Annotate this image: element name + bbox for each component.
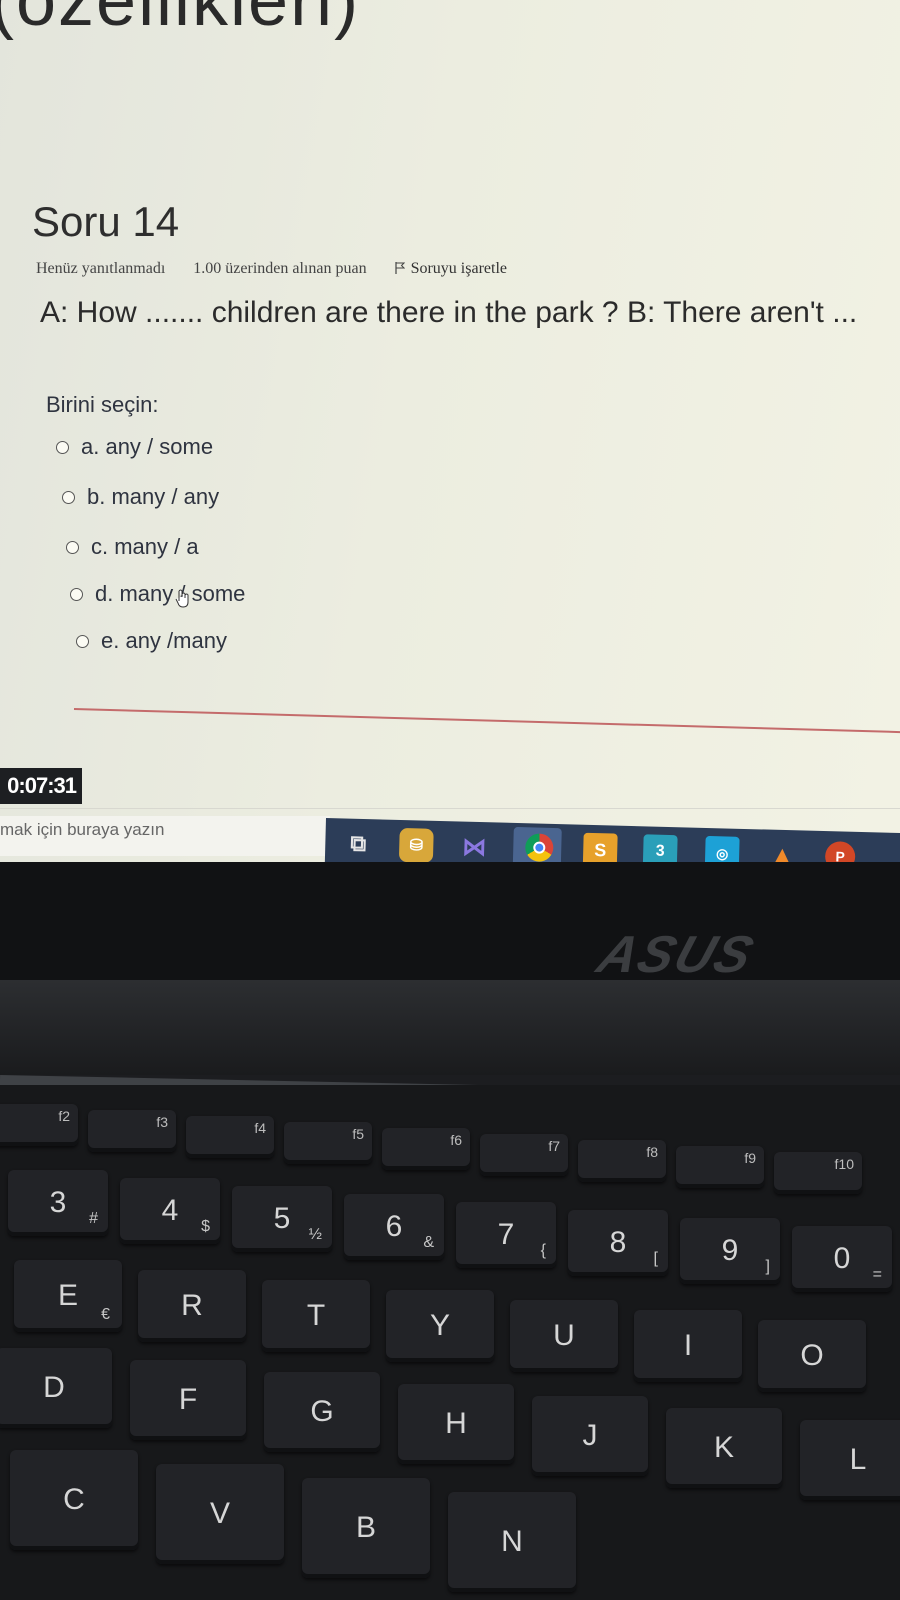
key-main-label: 4	[161, 1194, 179, 1227]
key-5[interactable]: 5½	[232, 1186, 332, 1252]
key-sub-label: $	[201, 1218, 210, 1235]
option-label: c. many / a	[91, 534, 199, 559]
key-main-label: 8	[609, 1226, 627, 1259]
key-u[interactable]: U	[510, 1300, 618, 1372]
flag-question-link[interactable]: Soruyu işaretle	[394, 260, 531, 277]
radio-button[interactable]	[76, 634, 89, 648]
answer-option-e[interactable]: e. any /many	[76, 628, 227, 654]
key-main-label: 9	[721, 1234, 739, 1267]
key-c[interactable]: C	[10, 1450, 138, 1550]
function-key-f5[interactable]: f5	[284, 1122, 372, 1164]
question-title: Soru 14	[32, 198, 180, 245]
key-9[interactable]: 9]	[680, 1218, 780, 1284]
laptop-bezel	[0, 862, 900, 982]
question-text: A: How ....... children are there in the…	[40, 296, 858, 329]
key-l[interactable]: L	[800, 1420, 900, 1500]
key-sub-label: ]	[765, 1258, 770, 1275]
question-info: Henüz yanıtlanmadı 1.00 üzerinden alınan…	[36, 260, 555, 278]
key-d[interactable]: D	[0, 1348, 112, 1428]
option-label: d. many / some	[95, 581, 246, 606]
question-points: 1.00 üzerinden alınan puan	[193, 260, 367, 277]
key-3[interactable]: 3 #	[8, 1170, 108, 1236]
answer-status: Henüz yanıtlanmadı	[36, 260, 166, 277]
cut-off-heading: (özellikleri)	[0, 0, 361, 41]
taskbar-top-border	[0, 808, 900, 809]
key-sub-label: &	[423, 1234, 434, 1251]
key-b[interactable]: B	[302, 1478, 430, 1578]
key-8[interactable]: 8[	[568, 1210, 668, 1276]
key-g[interactable]: G	[264, 1372, 380, 1452]
key-main-label: 0	[833, 1242, 851, 1275]
answer-option-d[interactable]: d. many / some	[70, 581, 245, 607]
answer-option-a[interactable]: a. any / some	[56, 434, 213, 460]
key-i[interactable]: I	[634, 1310, 742, 1382]
task-view-icon[interactable]: ⧉	[341, 826, 376, 861]
function-key-f2[interactable]: f2	[0, 1104, 78, 1146]
key-sub-label: {	[540, 1242, 546, 1259]
radio-button[interactable]	[66, 540, 79, 554]
key-main-label: 5	[273, 1202, 291, 1235]
taskbar-search-placeholder: mak için buraya yazın	[0, 820, 165, 839]
key-sub-label: =	[872, 1266, 882, 1283]
function-key-f8[interactable]: f8	[578, 1140, 666, 1182]
key-7[interactable]: 7{	[456, 1202, 556, 1268]
key-v[interactable]: V	[156, 1464, 284, 1564]
key-h[interactable]: H	[398, 1384, 514, 1464]
radio-button[interactable]	[62, 490, 75, 504]
section-divider	[73, 708, 900, 735]
key-r[interactable]: R	[138, 1270, 246, 1342]
key-sub-label: [	[653, 1250, 658, 1267]
choose-one-label: Birini seçin:	[46, 392, 159, 417]
function-key-f9[interactable]: f9	[676, 1146, 764, 1188]
laptop-screen: (özellikleri) Soru 14 Henüz yanıtlanmadı…	[0, 0, 900, 870]
radio-button[interactable]	[56, 440, 69, 454]
key-sub-label: #	[89, 1210, 98, 1227]
key-6[interactable]: 6 &	[344, 1194, 444, 1260]
answer-option-b[interactable]: b. many / any	[62, 484, 219, 510]
function-key-f4[interactable]: f4	[186, 1116, 274, 1158]
database-icon[interactable]: ⛁	[398, 827, 434, 863]
function-key-f3[interactable]: f3	[88, 1110, 176, 1152]
function-key-f7[interactable]: f7	[480, 1134, 568, 1176]
visual-studio-icon[interactable]: ⋈	[457, 829, 492, 864]
flag-question-label: Soruyu işaretle	[410, 260, 507, 277]
key-main-label: 3	[49, 1186, 67, 1219]
key-y[interactable]: Y	[386, 1290, 494, 1362]
laptop-hinge	[0, 980, 900, 1075]
key-k[interactable]: K	[666, 1408, 782, 1488]
key-main-label: 6	[385, 1210, 403, 1243]
option-label: b. many / any	[87, 484, 220, 509]
option-label: e. any /many	[101, 628, 227, 653]
radio-button[interactable]	[70, 587, 83, 601]
key-f[interactable]: F	[130, 1360, 246, 1440]
key-j[interactable]: J	[532, 1396, 648, 1476]
function-key-f6[interactable]: f6	[382, 1128, 470, 1170]
key-4[interactable]: 4 $	[120, 1178, 220, 1244]
option-label: a. any / some	[81, 434, 214, 459]
key-sub-label: €	[101, 1306, 110, 1323]
quiz-timer: 0:07:31	[0, 768, 82, 804]
key-main-label: 7	[497, 1218, 515, 1251]
function-key-f10[interactable]: f10	[774, 1152, 862, 1194]
key-sub-label: ½	[308, 1226, 322, 1243]
answer-option-c[interactable]: c. many / a	[66, 534, 199, 560]
key-e[interactable]: E €	[14, 1260, 122, 1332]
key-t[interactable]: T	[262, 1280, 370, 1352]
key-n[interactable]: N	[448, 1492, 576, 1592]
flag-icon	[394, 262, 405, 274]
key-o[interactable]: O	[758, 1320, 866, 1392]
laptop-brand-logo: ASUS	[590, 926, 762, 984]
mouse-cursor-icon	[175, 589, 189, 608]
key-0[interactable]: 0 =	[792, 1226, 892, 1292]
